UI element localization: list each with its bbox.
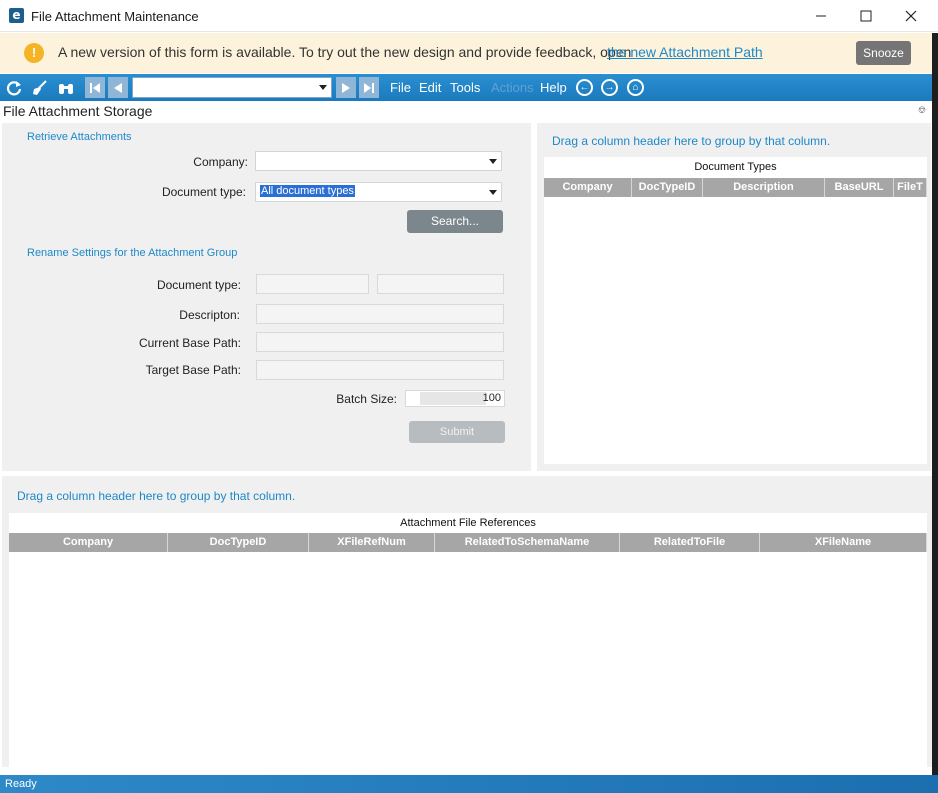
window-title: File Attachment Maintenance [31,9,199,24]
column-header[interactable]: RelatedToFile [620,533,760,552]
document-types-grid [544,157,927,464]
record-selector[interactable] [132,77,332,98]
app-logo-icon: e [9,8,24,23]
left-panel [2,123,531,471]
first-record-button[interactable] [85,77,105,98]
chevron-down-icon [489,159,497,164]
menu-file[interactable]: File [390,80,411,95]
forward-button[interactable]: → [601,79,618,96]
main-toolbar: File Edit Tools Actions Help ← → ⌂ [0,74,938,101]
doc-type-select[interactable]: All document types [255,182,502,202]
batch-size-field[interactable]: 100 [405,390,505,407]
rename-doc-type-label: Document type: [156,278,241,292]
description-label: Descripton: [179,308,240,322]
doc-types-grid-caption: Document Types [694,161,777,173]
column-header[interactable]: RelatedToSchemaName [435,533,620,552]
last-record-button[interactable] [359,77,379,98]
column-header[interactable]: DocTypeID [632,178,703,197]
next-record-icon [342,82,350,93]
search-button[interactable]: Search... [407,210,503,233]
menu-help[interactable]: Help [540,80,567,95]
next-record-button[interactable] [336,77,356,98]
last-record-icon [364,82,374,93]
description-field[interactable] [256,304,504,324]
binoculars-icon [59,83,73,94]
current-base-path-field[interactable] [256,332,504,352]
clear-icon [33,79,47,95]
back-button[interactable]: ← [576,79,593,96]
company-select[interactable] [255,151,502,171]
doc-type-select-value: All document types [260,185,355,197]
column-header[interactable]: XFileName [760,533,927,552]
rename-doc-type-field[interactable] [256,274,369,294]
menu-edit[interactable]: Edit [419,80,441,95]
references-grid-caption: Attachment File References [400,517,536,529]
batch-size-track [420,392,486,405]
target-base-path-field[interactable] [256,360,504,380]
close-icon [905,10,917,22]
doc-types-header-row: Company DocTypeID Description BaseURL Fi… [544,178,927,197]
menu-actions[interactable]: Actions [491,80,534,95]
arrow-left-icon: ← [579,82,590,93]
refresh-icon [6,80,22,95]
close-button[interactable] [888,0,934,32]
status-bar: Ready [0,775,938,793]
batch-size-label: Batch Size: [336,392,397,406]
clear-button[interactable] [29,77,51,98]
minimize-icon [816,15,826,17]
submit-button[interactable]: Submit [409,421,505,443]
column-header[interactable]: BaseURL [825,178,894,197]
pin-icon[interactable]: ⎊ [918,105,926,116]
batch-size-value: 100 [482,392,501,404]
search-button[interactable] [55,77,77,98]
target-base-path-label: Target Base Path: [145,363,241,377]
column-header[interactable]: Description [703,178,825,197]
home-button[interactable]: ⌂ [627,79,644,96]
company-label: Company: [193,155,248,169]
new-form-link[interactable]: the new Attachment Path [607,44,763,60]
section-title: File Attachment Storage [3,103,153,119]
refresh-button[interactable] [3,77,25,98]
menu-tools[interactable]: Tools [450,80,480,95]
rename-doc-type-desc-field[interactable] [377,274,504,294]
maximize-button[interactable] [843,0,889,32]
window-edge [932,33,938,775]
previous-record-button[interactable] [108,77,128,98]
first-record-icon [90,82,100,93]
chevron-down-icon [319,85,327,90]
status-text: Ready [5,778,37,790]
previous-record-icon [114,82,122,93]
column-header[interactable]: Company [9,533,168,552]
banner-message: A new version of this form is available.… [58,44,632,60]
minimize-button[interactable] [798,0,844,32]
column-header[interactable]: FileT [894,178,927,197]
doc-types-group-by-hint: Drag a column header here to group by th… [552,134,831,148]
references-group-by-hint: Drag a column header here to group by th… [17,489,296,503]
column-header[interactable]: XFileRefNum [309,533,435,552]
references-header-row: Company DocTypeID XFileRefNum RelatedToS… [9,533,927,552]
column-header[interactable]: DocTypeID [168,533,309,552]
warning-icon: ! [24,43,44,63]
rename-group-title: Rename Settings for the Attachment Group [27,247,238,259]
retrieve-group-title: Retrieve Attachments [27,131,132,143]
new-version-banner: ! A new version of this form is availabl… [0,33,938,73]
arrow-right-icon: → [604,82,615,93]
current-base-path-label: Current Base Path: [138,336,241,350]
column-header[interactable]: Company [544,178,632,197]
doc-type-label: Document type: [161,185,246,199]
maximize-icon [860,10,872,22]
title-bar: e File Attachment Maintenance [0,0,938,32]
chevron-down-icon [489,190,497,195]
home-icon: ⌂ [632,82,639,93]
snooze-button[interactable]: Snooze [856,41,911,65]
